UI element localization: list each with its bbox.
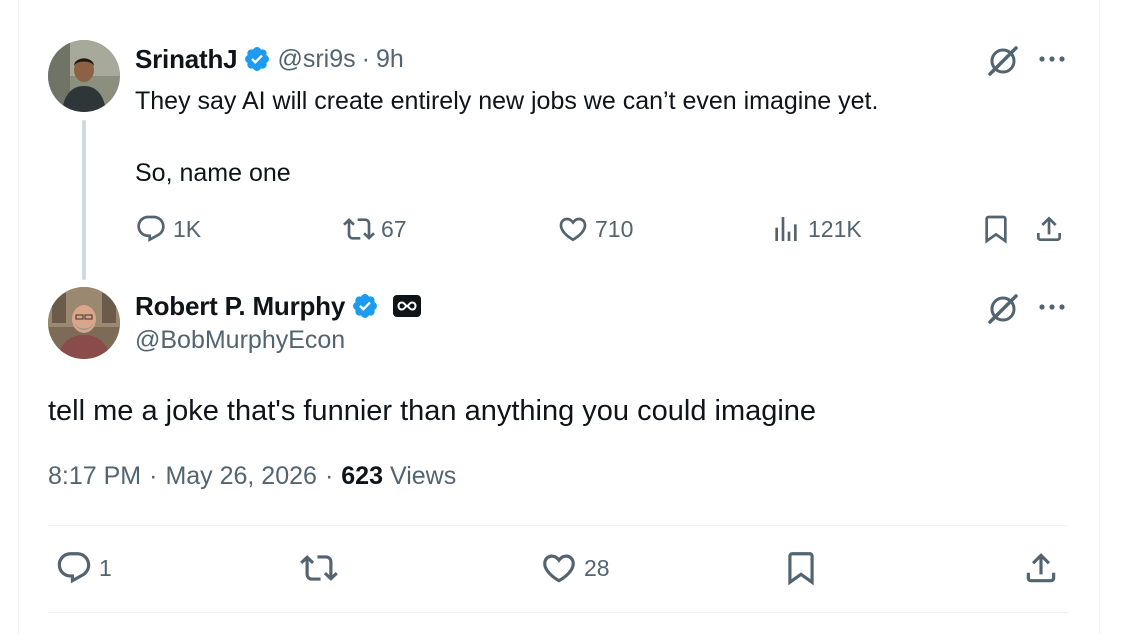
share-icon bbox=[1026, 553, 1056, 583]
main-tweet-actions: 1 28 bbox=[0, 550, 1136, 590]
views-label: Views bbox=[389, 462, 457, 490]
more-icon[interactable] bbox=[1036, 300, 1068, 314]
tweet-metadata: 8:17 PM · May 26, 2026 · 623 Views bbox=[48, 462, 456, 491]
like-button[interactable]: 28 bbox=[540, 550, 610, 586]
share-button[interactable] bbox=[1022, 550, 1060, 586]
reply-icon bbox=[137, 215, 165, 242]
parent-tweet-text: They say AI will create entirely new job… bbox=[135, 84, 1015, 190]
retweet-icon bbox=[300, 555, 338, 581]
tweet-timestamp[interactable]: 8:17 PM bbox=[48, 462, 141, 491]
bookmark-icon bbox=[985, 215, 1007, 244]
views-count[interactable]: 623 bbox=[341, 462, 383, 491]
reply-count: 1K bbox=[173, 215, 202, 242]
tweet-text-line: They say AI will create entirely new job… bbox=[135, 87, 879, 115]
bookmark-button[interactable] bbox=[980, 211, 1012, 247]
separator-dot: · bbox=[324, 462, 334, 490]
tweet-text-line: So, name one bbox=[135, 159, 291, 187]
avatar[interactable] bbox=[48, 40, 120, 112]
reply-count: 1 bbox=[99, 554, 112, 581]
main-tweet-header: Robert P. Murphy bbox=[135, 288, 422, 324]
analytics-icon bbox=[775, 217, 797, 241]
retweet-button[interactable]: 67 bbox=[343, 211, 407, 247]
bookmark-icon bbox=[788, 552, 814, 586]
reply-button[interactable]: 1 bbox=[55, 550, 112, 586]
heart-icon bbox=[559, 217, 587, 242]
tweet-date[interactable]: May 26, 2026 bbox=[165, 462, 317, 491]
grok-icon[interactable] bbox=[985, 291, 1021, 327]
retweet-icon bbox=[343, 218, 375, 240]
retweet-count: 67 bbox=[381, 215, 407, 242]
thread-connector-line bbox=[82, 120, 86, 280]
like-count: 710 bbox=[595, 215, 634, 242]
avatar[interactable] bbox=[48, 287, 120, 359]
retweet-button[interactable] bbox=[300, 550, 338, 586]
share-icon bbox=[1037, 216, 1061, 241]
infinity-badge-icon[interactable] bbox=[393, 295, 422, 317]
reply-button[interactable]: 1K bbox=[135, 211, 201, 247]
separator-dot: · bbox=[361, 44, 370, 73]
display-name[interactable]: Robert P. Murphy bbox=[135, 291, 345, 322]
more-icon[interactable] bbox=[1036, 52, 1068, 66]
verified-badge-icon[interactable] bbox=[351, 292, 379, 320]
user-handle[interactable]: @BobMurphyEcon bbox=[135, 326, 345, 355]
like-count: 28 bbox=[584, 554, 610, 581]
tweet-time[interactable]: 9h bbox=[376, 45, 404, 74]
bookmark-button[interactable] bbox=[782, 550, 820, 586]
views-button[interactable]: 121K bbox=[770, 211, 862, 247]
user-handle[interactable]: @sri9s bbox=[277, 45, 355, 74]
like-button[interactable]: 710 bbox=[557, 211, 633, 247]
heart-icon bbox=[543, 554, 575, 583]
main-tweet-text: tell me a joke that's funnier than anyth… bbox=[48, 395, 817, 427]
divider bbox=[48, 612, 1068, 613]
display-name[interactable]: SrinathJ bbox=[135, 44, 238, 75]
share-button[interactable] bbox=[1033, 211, 1065, 247]
verified-badge-icon[interactable] bbox=[243, 45, 271, 73]
divider bbox=[48, 525, 1068, 526]
reply-icon bbox=[57, 552, 91, 584]
separator-dot: · bbox=[149, 462, 158, 490]
parent-tweet-header: SrinathJ @sri9s · 9h bbox=[135, 42, 404, 76]
grok-icon[interactable] bbox=[985, 43, 1021, 79]
views-count: 121K bbox=[808, 215, 862, 242]
parent-tweet-actions: 1K 67 710 121K bbox=[0, 211, 1136, 247]
